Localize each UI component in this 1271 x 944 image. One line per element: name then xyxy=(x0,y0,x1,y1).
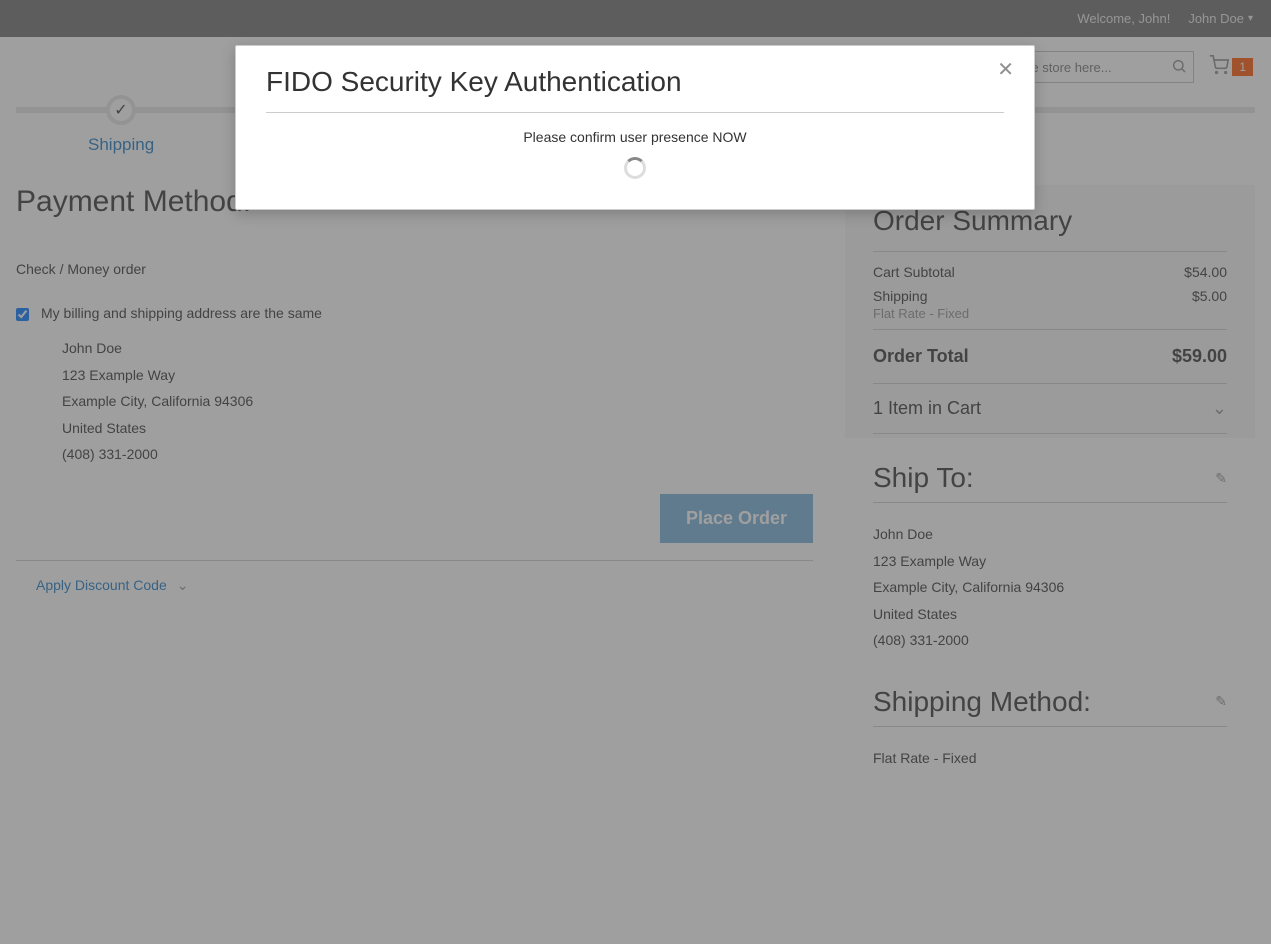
modal-title: FIDO Security Key Authentication xyxy=(266,66,1004,113)
fido-auth-modal: ✕ FIDO Security Key Authentication Pleas… xyxy=(235,45,1035,210)
close-icon[interactable]: ✕ xyxy=(997,60,1014,80)
modal-message: Please confirm user presence NOW xyxy=(266,129,1004,145)
loading-spinner-icon xyxy=(624,157,646,179)
